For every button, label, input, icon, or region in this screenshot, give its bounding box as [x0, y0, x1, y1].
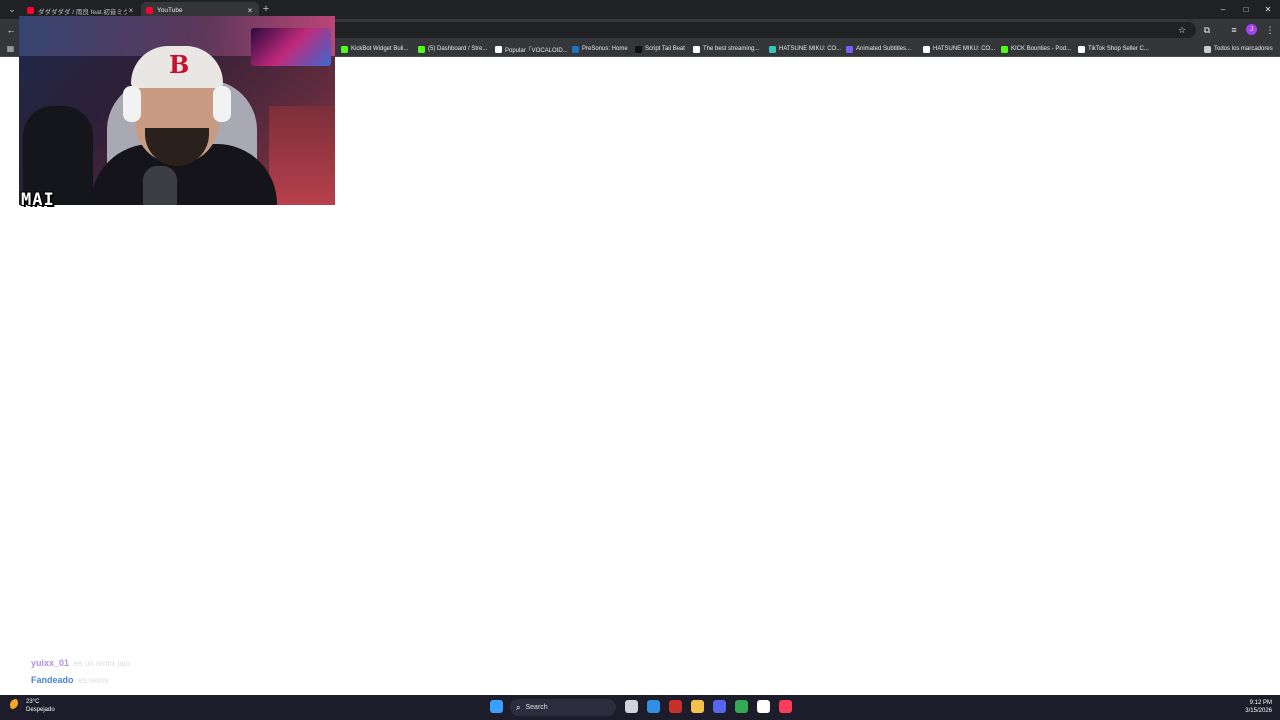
bookmark-item[interactable]: HATSUNE MIKU: CO... [923, 43, 995, 55]
bookmark-favicon-icon [341, 45, 348, 53]
all-bookmarks-button[interactable]: Todos los marcadores [1204, 43, 1273, 55]
bookmark-label: The best streaming... [703, 46, 760, 52]
chrome-icon[interactable] [735, 700, 748, 713]
bookmark-item[interactable]: Script Tail Beat [635, 43, 685, 55]
edge-icon[interactable] [647, 700, 660, 713]
bookmark-favicon-icon [572, 45, 579, 53]
bookmark-label: HATSUNE MIKU: CO... [779, 46, 842, 52]
chat-text: es remix [78, 676, 109, 685]
headphone-right [213, 86, 231, 122]
clock-date: 3/15/2026 [1245, 708, 1272, 714]
bookmark-favicon-icon [693, 45, 700, 53]
headphone-left [123, 86, 141, 122]
bookmark-item[interactable]: Popular「VOCALOID... [495, 43, 568, 55]
tab-title: ダダダダダ / 雨良 feat.初音ミク(V... [38, 8, 127, 16]
webcam-poster [251, 28, 331, 66]
bookmark-favicon-icon [1078, 45, 1085, 53]
webcam-overlay: B [19, 16, 335, 205]
itunes-icon[interactable] [779, 700, 792, 713]
file-explorer-icon[interactable] [691, 700, 704, 713]
steam-icon[interactable] [669, 700, 682, 713]
bookmark-favicon-icon [769, 45, 776, 53]
task-view-icon[interactable] [625, 700, 638, 713]
search-icon: ⌕ [516, 702, 521, 712]
search-label: Search [525, 704, 548, 711]
tab-search-button[interactable]: ⌄ [5, 3, 19, 16]
bookmark-item[interactable]: TikTok Shop Seller C... [1078, 43, 1149, 55]
bookmark-label: HATSUNE MIKU: CO... [933, 46, 996, 52]
bookmark-label: KICK Bounties - Pod... [1011, 46, 1072, 52]
bookmark-item[interactable]: HATSUNE MIKU: CO... [769, 43, 841, 55]
taskbar-search[interactable]: ⌕ Search [510, 699, 616, 716]
webcam-microphone [143, 166, 177, 205]
system-clock[interactable]: 9:12 PM 3/15/2026 [1245, 699, 1272, 715]
webcam-name-tag: MAI [21, 190, 55, 210]
bookmark-label: TikTok Shop Seller C... [1088, 46, 1149, 52]
bookmark-item[interactable]: (5) Dashboard / Stre... [418, 43, 487, 55]
media-controls-icon[interactable]: ≡ [1227, 23, 1241, 37]
youtube-favicon-icon [27, 7, 34, 14]
chatgpt-icon[interactable] [757, 700, 770, 713]
windows-taskbar: 23°C Despejado ⌕ Search 9:12 PM 3/15/202… [0, 695, 1280, 720]
maximize-button[interactable]: □ [1235, 3, 1257, 16]
clock-time: 9:12 PM [1249, 700, 1272, 706]
bookmark-item[interactable]: PreSonus: Home [572, 43, 628, 55]
bookmark-label: PreSonus: Home [582, 46, 628, 52]
bookmark-favicon-icon [846, 45, 853, 53]
chat-text: es un remix jajo [74, 659, 131, 668]
bookmark-item[interactable]: KickBot Widget Buil... [341, 43, 408, 55]
cap-logo: B [169, 50, 190, 79]
webcam-shelf [269, 106, 335, 205]
chat-username: yuixx_01 [31, 658, 70, 668]
close-tab-icon[interactable]: × [246, 6, 254, 15]
bookmark-favicon-icon [418, 45, 425, 53]
bookmark-label: Popular「VOCALOID... [505, 47, 568, 54]
bookmark-favicon-icon [635, 45, 642, 53]
chat-username: Fandeado [31, 675, 74, 685]
bookmark-favicon-icon [923, 45, 930, 53]
profile-avatar[interactable]: J [1246, 24, 1257, 35]
weather-condition[interactable]: Despejado [26, 707, 55, 713]
close-tab-icon[interactable]: × [127, 6, 135, 15]
extensions-icon[interactable]: ⧉ [1200, 23, 1214, 37]
bookmark-item[interactable]: The best streaming... [693, 43, 759, 55]
chat-message: Fandeado es remix [31, 675, 109, 685]
youtube-favicon-icon [146, 7, 153, 14]
back-button[interactable]: ← [4, 23, 18, 37]
bookmark-label: (5) Dashboard / Stre... [428, 46, 488, 52]
weather-temperature[interactable]: 23°C [26, 699, 39, 705]
windows-start-icon[interactable] [490, 700, 503, 713]
bookmark-favicon-icon [1001, 45, 1008, 53]
apps-grid-icon[interactable]: ▦ [6, 44, 15, 53]
all-bookmarks-label: Todos los marcadores [1214, 46, 1273, 52]
bookmark-item[interactable]: KICK Bounties - Pod... [1001, 43, 1071, 55]
folder-icon [1204, 45, 1211, 53]
new-tab-button[interactable]: + [260, 3, 272, 15]
close-window-button[interactable]: ✕ [1257, 3, 1279, 16]
minimize-button[interactable]: – [1212, 3, 1234, 16]
weather-moon-icon[interactable] [10, 699, 22, 711]
tab-title: YouTube [157, 7, 183, 14]
bookmark-item[interactable]: Animated Subtitles... [846, 43, 911, 55]
discord-icon[interactable] [713, 700, 726, 713]
menu-kebab-icon[interactable]: ⋮ [1263, 23, 1277, 37]
chat-message: yuixx_01 es un remix jajo [31, 658, 130, 668]
bookmark-label: KickBot Widget Buil... [351, 46, 409, 52]
bookmark-favicon-icon [495, 45, 502, 53]
bookmark-label: Script Tail Beat [645, 46, 685, 52]
bookmark-label: Animated Subtitles... [856, 46, 912, 52]
bookmark-star-icon[interactable]: ☆ [1175, 23, 1189, 37]
